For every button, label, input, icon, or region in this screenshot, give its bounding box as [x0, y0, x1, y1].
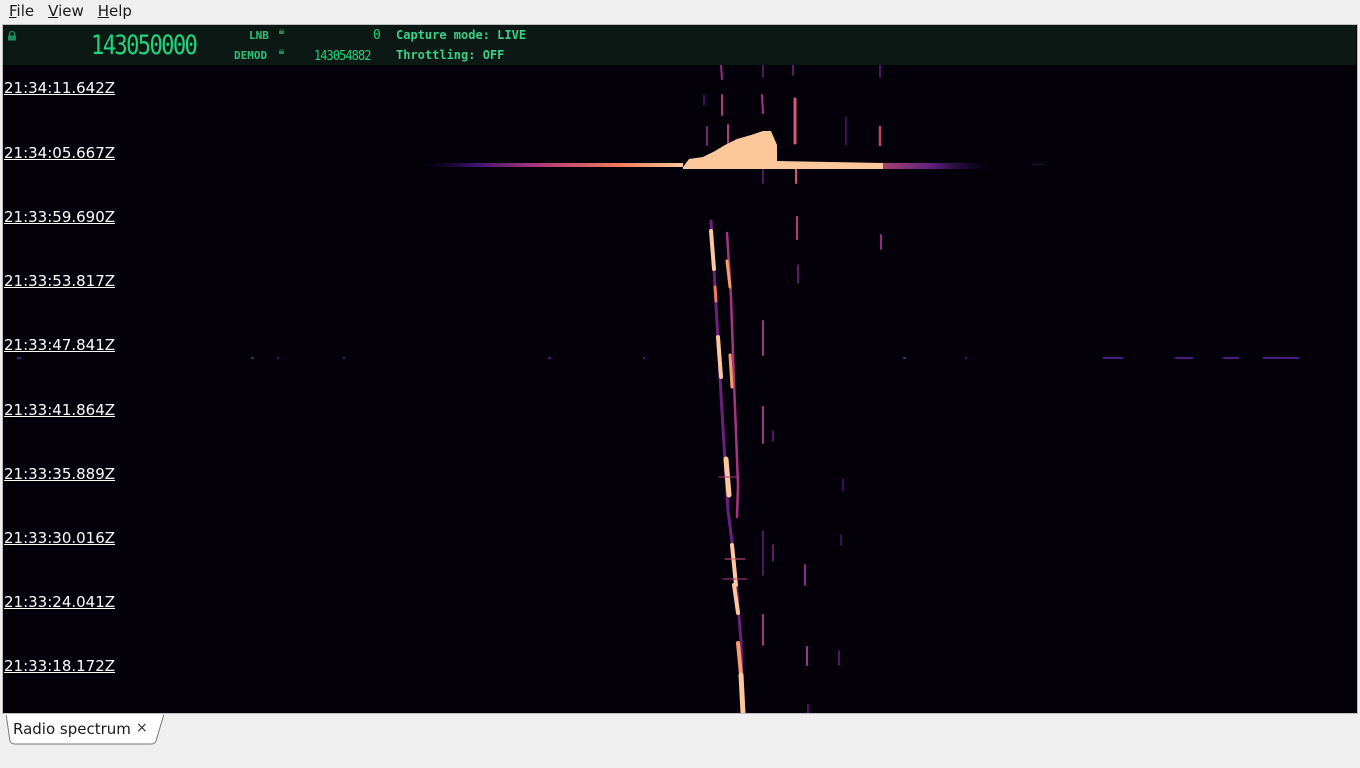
- frequency-status-bar: 143050000 LNB 0 DEMOD 143054882 Capture …: [3, 25, 1356, 65]
- demod-label: DEMOD: [234, 49, 268, 62]
- close-icon[interactable]: ×: [136, 720, 148, 736]
- timestamp-label: 21:34:05.667Z: [4, 144, 116, 162]
- lnb-label: LNB: [249, 29, 269, 42]
- main-frequency-display[interactable]: 143050000: [91, 31, 198, 61]
- capture-mode-status: Capture mode: LIVE: [396, 28, 527, 42]
- menu-file-label: ile: [16, 2, 35, 20]
- timestamp-label: 21:33:18.172Z: [4, 657, 116, 675]
- timestamp-label: 21:33:41.864Z: [4, 401, 116, 419]
- menu-file-mnemonic: F: [9, 2, 17, 20]
- demod-value[interactable]: 143054882: [314, 49, 371, 64]
- timestamp-label: 21:33:53.817Z: [4, 272, 116, 290]
- wideband-burst: [423, 131, 1043, 169]
- menu-help-label: elp: [109, 2, 132, 20]
- menu-file[interactable]: File: [0, 2, 39, 20]
- lnb-value[interactable]: 0: [373, 28, 381, 43]
- drifting-signal: [709, 219, 748, 713]
- menu-view-label: iew: [58, 2, 84, 20]
- menu-view-mnemonic: V: [48, 2, 59, 20]
- menu-help[interactable]: Help: [89, 2, 137, 20]
- menu-help-mnemonic: H: [97, 2, 110, 20]
- throttling-status: Throttling: OFF: [396, 48, 505, 62]
- timestamp-label: 21:33:35.889Z: [4, 465, 116, 483]
- tab-label: Radio spectrum: [13, 720, 131, 738]
- tab-radio-spectrum[interactable]: Radio spectrum ×: [6, 714, 166, 745]
- menu-bar: File View Help: [0, 0, 1360, 22]
- timestamp-label: 21:33:59.690Z: [4, 208, 116, 226]
- timestamp-label: 21:34:11.642Z: [4, 79, 116, 97]
- menu-view[interactable]: View: [39, 2, 89, 20]
- lnb-lock-icon[interactable]: [279, 29, 284, 34]
- waterfall-image: [17, 65, 1299, 713]
- timestamp-label: 21:33:47.841Z: [4, 336, 116, 354]
- tab-bar: Radio spectrum ×: [0, 714, 1360, 768]
- timestamp-label: 21:33:24.041Z: [4, 593, 116, 611]
- noise-line: [17, 357, 1299, 359]
- demod-lock-icon[interactable]: [279, 49, 284, 54]
- lock-icon[interactable]: [7, 31, 17, 41]
- waterfall-display[interactable]: 21:34:11.642Z 21:34:05.667Z 21:33:59.690…: [3, 65, 1356, 713]
- timestamp-label: 21:33:30.016Z: [4, 529, 116, 547]
